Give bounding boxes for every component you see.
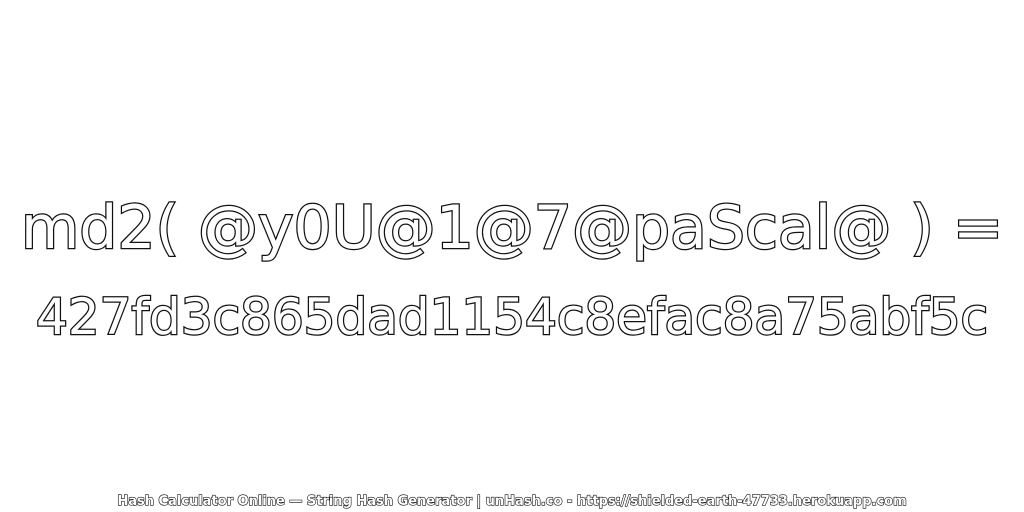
footer-credit: Hash Calculator Online — String Hash Gen… [117, 493, 908, 509]
hash-result-image: md2( @y0U@1@7@paScal@ ) = 427fd3c865dad1… [0, 0, 1024, 512]
hash-expression: md2( @y0U@1@7@paScal@ ) = [20, 192, 1005, 265]
hash-value: 427fd3c865dad1154c8efac8a75abf5c [35, 287, 990, 348]
